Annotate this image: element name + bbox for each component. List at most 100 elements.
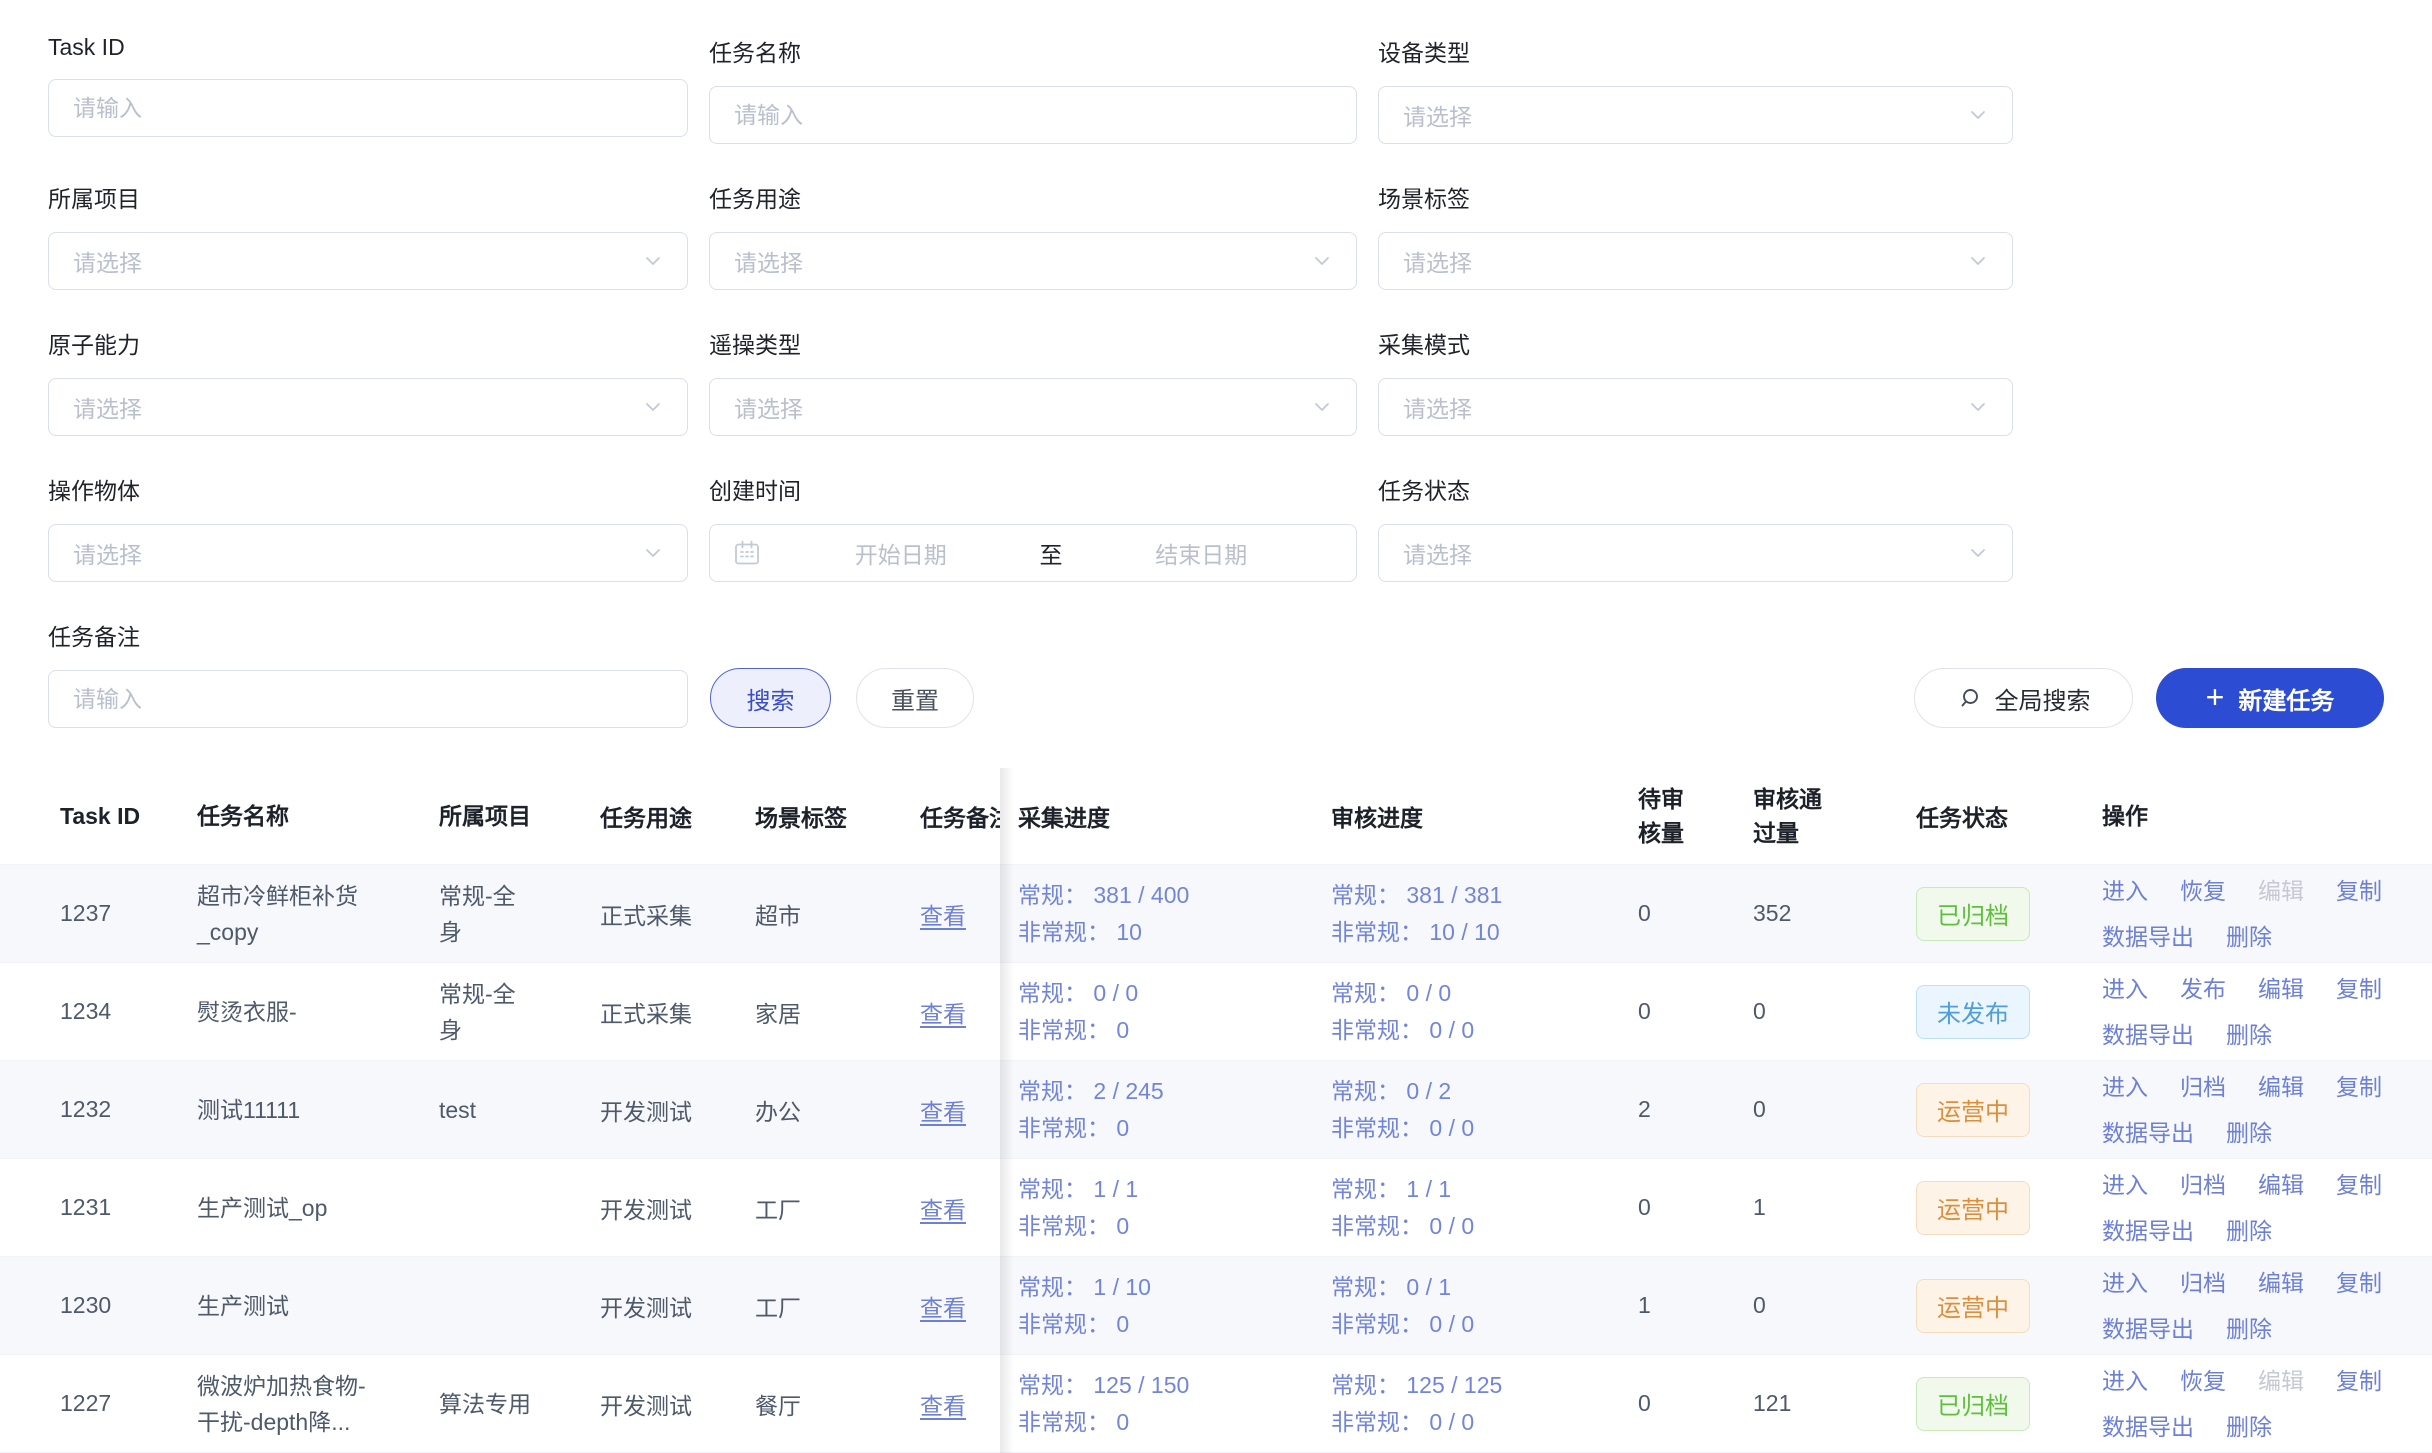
- view-remark-link[interactable]: 查看: [920, 1393, 966, 1419]
- action-edit-link[interactable]: 编辑: [2258, 1363, 2304, 1399]
- action-copy-link[interactable]: 复制: [2336, 1363, 2382, 1399]
- status-badge: 运营中: [1916, 1181, 2030, 1235]
- review-irregular: 非常规： 10 / 10: [1331, 914, 1638, 951]
- action-delete-link[interactable]: 删除: [2226, 919, 2272, 955]
- chevron-down-icon: [1312, 397, 1332, 417]
- cell-remark: 查看: [920, 897, 1000, 931]
- action-enter-link[interactable]: 进入: [2102, 1069, 2148, 1105]
- action-restore-link[interactable]: 恢复: [2180, 1363, 2226, 1399]
- action-export-link[interactable]: 数据导出: [2102, 1213, 2194, 1249]
- action-copy-link[interactable]: 复制: [2336, 971, 2382, 1007]
- action-copy-link[interactable]: 复制: [2336, 1265, 2382, 1301]
- action-edit-link[interactable]: 编辑: [2258, 1167, 2304, 1203]
- chevron-down-icon: [643, 543, 663, 563]
- view-remark-link[interactable]: 查看: [920, 1197, 966, 1223]
- action-publish-link[interactable]: 发布: [2180, 971, 2226, 1007]
- filter-field-collect-mode: 采集模式 请选择: [1378, 326, 2013, 436]
- collect-regular: 常规： 1 / 10: [1018, 1269, 1331, 1306]
- action-enter-link[interactable]: 进入: [2102, 971, 2148, 1007]
- cell-approved-count: 352: [1753, 900, 1916, 927]
- view-remark-link[interactable]: 查看: [920, 1099, 966, 1125]
- atomic-ability-select[interactable]: 请选择: [48, 378, 688, 436]
- action-restore-link[interactable]: 恢复: [2180, 873, 2226, 909]
- action-archive-link[interactable]: 归档: [2180, 1265, 2226, 1301]
- view-remark-link[interactable]: 查看: [920, 1295, 966, 1321]
- scene-tag-select[interactable]: 请选择: [1378, 232, 2013, 290]
- filter-label-task-name: 任务名称: [709, 34, 1357, 68]
- cell-task-id: 1231: [0, 1194, 197, 1221]
- cell-purpose: 开发测试: [600, 1191, 755, 1225]
- action-copy-link[interactable]: 复制: [2336, 873, 2382, 909]
- action-export-link[interactable]: 数据导出: [2102, 1311, 2194, 1347]
- action-export-link[interactable]: 数据导出: [2102, 919, 2194, 955]
- global-search-button[interactable]: 全局搜索: [1914, 668, 2133, 728]
- chevron-down-icon: [1968, 105, 1988, 125]
- task-name-input[interactable]: [709, 86, 1357, 144]
- cell-remark: 查看: [920, 1289, 1000, 1323]
- task-id-input[interactable]: [48, 79, 688, 137]
- action-enter-link[interactable]: 进入: [2102, 873, 2148, 909]
- action-copy-link[interactable]: 复制: [2336, 1069, 2382, 1105]
- reset-button[interactable]: 重置: [856, 668, 974, 728]
- review-regular: 常规： 125 / 125: [1331, 1367, 1638, 1404]
- search-button[interactable]: 搜索: [710, 668, 831, 728]
- purpose-select[interactable]: 请选择: [709, 232, 1357, 290]
- cell-actions: 进入 归档 编辑 复制 数据导出 删除: [2102, 1265, 2414, 1347]
- task-status-select[interactable]: 请选择: [1378, 524, 2013, 582]
- action-edit-link[interactable]: 编辑: [2258, 873, 2304, 909]
- select-placeholder: 请选择: [1403, 244, 1472, 278]
- view-remark-link[interactable]: 查看: [920, 903, 966, 929]
- action-enter-link[interactable]: 进入: [2102, 1265, 2148, 1301]
- cell-name: 熨烫衣服-: [197, 994, 439, 1030]
- action-edit-link[interactable]: 编辑: [2258, 971, 2304, 1007]
- filter-label-teleop-type: 遥操类型: [709, 326, 1357, 360]
- project-select[interactable]: 请选择: [48, 232, 688, 290]
- cell-review-progress: 常规： 0 / 2 非常规： 0 / 0: [1331, 1073, 1638, 1147]
- view-remark-link[interactable]: 查看: [920, 1001, 966, 1027]
- status-badge: 已归档: [1916, 1377, 2030, 1431]
- cell-name: 生产测试: [197, 1288, 439, 1324]
- review-regular: 常规： 381 / 381: [1331, 877, 1638, 914]
- cell-pending-count: 1: [1638, 1292, 1753, 1319]
- action-enter-link[interactable]: 进入: [2102, 1167, 2148, 1203]
- action-export-link[interactable]: 数据导出: [2102, 1115, 2194, 1151]
- action-delete-link[interactable]: 删除: [2226, 1409, 2272, 1445]
- collect-regular: 常规： 1 / 1: [1018, 1171, 1331, 1208]
- action-archive-link[interactable]: 归档: [2180, 1069, 2226, 1105]
- select-placeholder: 请选择: [734, 390, 803, 424]
- task-remark-input[interactable]: [48, 670, 688, 728]
- action-archive-link[interactable]: 归档: [2180, 1167, 2226, 1203]
- action-delete-link[interactable]: 删除: [2226, 1017, 2272, 1053]
- filter-form: Task ID 任务名称 设备类型 请选择 所属项目 请选择 任务用途 请选择 …: [0, 0, 2432, 618]
- action-delete-link[interactable]: 删除: [2226, 1213, 2272, 1249]
- device-type-select[interactable]: 请选择: [1378, 86, 2013, 144]
- action-export-link[interactable]: 数据导出: [2102, 1017, 2194, 1053]
- cell-status: 已归档: [1916, 887, 2102, 941]
- cell-project: 算法专用: [439, 1386, 600, 1422]
- collect-mode-select[interactable]: 请选择: [1378, 378, 2013, 436]
- table-row: 1237 超市冷鲜柜补货_copy 常规-全身 正式采集 超市 查看 常规： 3…: [0, 865, 2432, 963]
- action-delete-link[interactable]: 删除: [2226, 1115, 2272, 1151]
- new-task-button[interactable]: + 新建任务: [2156, 668, 2384, 728]
- create-time-range-picker[interactable]: 开始日期 至 结束日期: [709, 524, 1357, 582]
- filter-label-atomic-ability: 原子能力: [48, 326, 688, 360]
- select-placeholder: 请选择: [1403, 536, 1472, 570]
- action-delete-link[interactable]: 删除: [2226, 1311, 2272, 1347]
- cell-name: 生产测试_op: [197, 1190, 439, 1226]
- table-row: 1230 生产测试 开发测试 工厂 查看 常规： 1 / 10 非常规： 0 常…: [0, 1257, 2432, 1355]
- filter-label-purpose: 任务用途: [709, 180, 1357, 214]
- header-scene: 场景标签: [755, 799, 920, 833]
- action-copy-link[interactable]: 复制: [2336, 1167, 2382, 1203]
- filter-field-device-type: 设备类型 请选择: [1378, 34, 2013, 144]
- action-edit-link[interactable]: 编辑: [2258, 1265, 2304, 1301]
- cell-collect-progress: 常规： 1 / 1 非常规： 0: [1000, 1171, 1331, 1245]
- status-badge: 未发布: [1916, 985, 2030, 1039]
- action-export-link[interactable]: 数据导出: [2102, 1409, 2194, 1445]
- cell-scene: 办公: [755, 1093, 920, 1127]
- collect-irregular: 非常规： 0: [1018, 1110, 1331, 1147]
- operate-object-select[interactable]: 请选择: [48, 524, 688, 582]
- teleop-type-select[interactable]: 请选择: [709, 378, 1357, 436]
- action-edit-link[interactable]: 编辑: [2258, 1069, 2304, 1105]
- filter-label-task-status: 任务状态: [1378, 472, 2013, 506]
- action-enter-link[interactable]: 进入: [2102, 1363, 2148, 1399]
